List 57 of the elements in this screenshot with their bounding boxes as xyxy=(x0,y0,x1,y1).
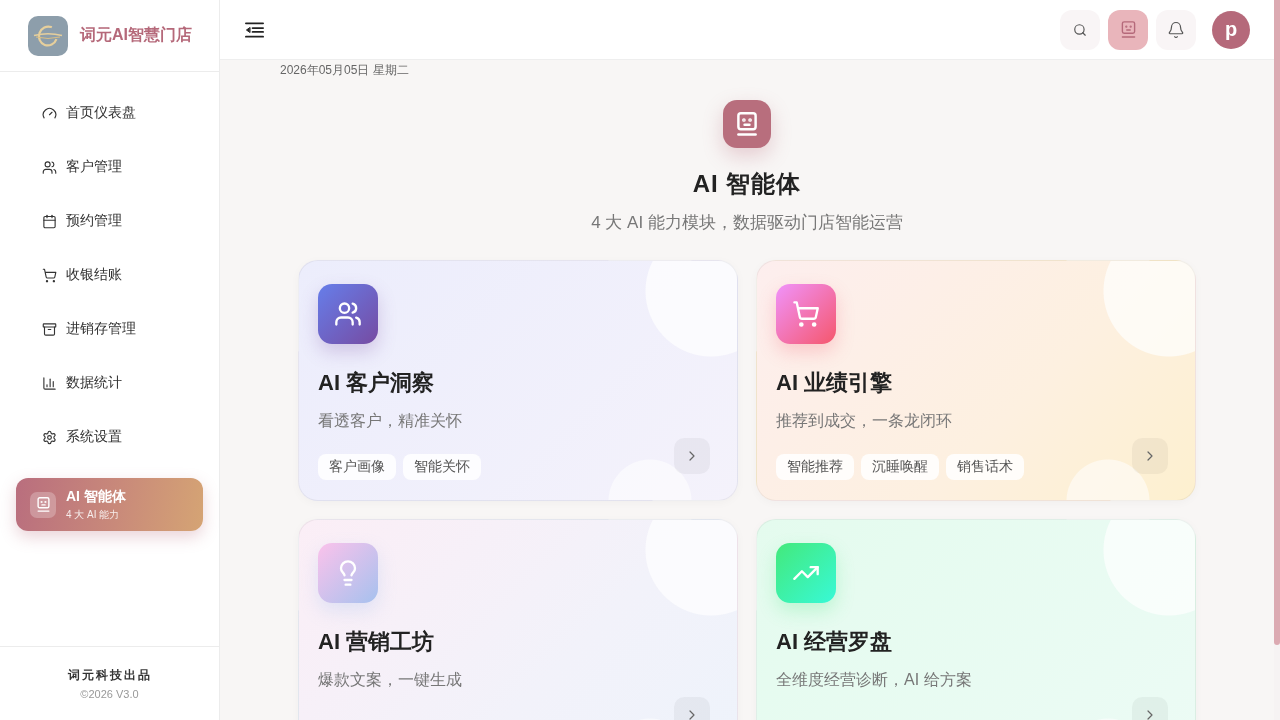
card-description: 看透客户，精准关怀 xyxy=(318,411,462,431)
robot-icon xyxy=(723,100,771,148)
sidebar-nav-item[interactable]: 进销存管理 xyxy=(16,302,203,356)
date-text: 2026年05月05日 星期二 xyxy=(280,62,409,79)
logo-icon xyxy=(28,15,68,56)
sidebar-nav-item[interactable]: 系统设置 xyxy=(16,410,203,464)
sidebar-nav-item[interactable]: 首页仪表盘 xyxy=(16,86,203,140)
page-title: AI 智能体 xyxy=(692,169,802,199)
bell-icon xyxy=(1167,20,1185,39)
trend-up-icon xyxy=(776,543,836,603)
card-description: 推荐到成交，一条龙闭环 xyxy=(776,411,952,431)
card-title: AI 客户洞察 xyxy=(318,369,435,397)
lightbulb-icon xyxy=(318,543,378,603)
arrow-button[interactable] xyxy=(1132,438,1168,474)
feature-tag: 销售话术 xyxy=(946,454,1024,480)
card-title: AI 营销工坊 xyxy=(318,628,435,656)
sidebar-nav-item[interactable]: 数据统计 xyxy=(16,356,203,410)
card-title: AI 经营罗盘 xyxy=(776,628,893,656)
search-icon xyxy=(1073,22,1087,37)
search-button[interactable] xyxy=(1060,9,1100,50)
page-subtitle: 4 大 AI 能力模块，数据驱动门店智能运营 xyxy=(591,212,903,234)
collapse-menu-button[interactable] xyxy=(245,21,264,38)
card-description: 全维度经营诊断，AI 给方案 xyxy=(776,670,972,690)
robot-icon xyxy=(30,491,56,518)
feature-tag: 智能关怀 xyxy=(403,454,481,480)
arrow-button[interactable] xyxy=(674,438,710,474)
sidebar-nav-item[interactable]: 客户管理 xyxy=(16,140,203,194)
brand-name: 词元AI智慧门店 xyxy=(80,25,192,45)
card-title: AI 业绩引擎 xyxy=(776,369,893,397)
calendar-icon xyxy=(42,213,57,229)
box-icon xyxy=(42,321,57,337)
users-icon xyxy=(318,284,378,344)
robot-button[interactable] xyxy=(1108,9,1148,50)
version-text: ©2026 V3.0 xyxy=(80,688,139,700)
collapse-menu-icon xyxy=(245,21,264,38)
robot-icon xyxy=(1119,21,1137,38)
cart-icon xyxy=(776,284,836,344)
feature-tag: 沉睡唤醒 xyxy=(861,454,939,480)
card-description: 爆款文案，一键生成 xyxy=(318,670,462,690)
sidebar-nav-item[interactable]: 收银结账 xyxy=(16,248,203,302)
agent-card[interactable]: AI 业绩引擎 推荐到成交，一条龙闭环 智能推荐 沉睡唤醒 销售话术 xyxy=(756,260,1196,501)
agent-card[interactable]: AI 营销工坊 爆款文案，一键生成 xyxy=(298,519,738,720)
sidebar-nav-item[interactable]: 预约管理 xyxy=(16,194,203,248)
gauge-icon xyxy=(42,105,57,121)
feature-tag: 智能推荐 xyxy=(776,454,854,480)
scrollbar-thumb[interactable] xyxy=(1274,0,1280,645)
feature-tag: 客户画像 xyxy=(318,454,396,480)
maker-credit: 词元科技出品 xyxy=(67,667,152,684)
notification-button[interactable] xyxy=(1156,9,1196,50)
agent-card[interactable]: AI 经营罗盘 全维度经营诊断，AI 给方案 xyxy=(756,519,1196,720)
user-avatar[interactable]: p xyxy=(1212,10,1250,49)
bar-chart-icon xyxy=(42,375,57,391)
gear-icon xyxy=(42,429,57,445)
agent-card[interactable]: AI 客户洞察 看透客户，精准关怀 客户画像 智能关怀 xyxy=(298,260,738,501)
nav-item-subtitle: 4 大 AI 能力 xyxy=(66,507,121,522)
cart-icon xyxy=(42,267,57,283)
users-icon xyxy=(42,159,57,175)
